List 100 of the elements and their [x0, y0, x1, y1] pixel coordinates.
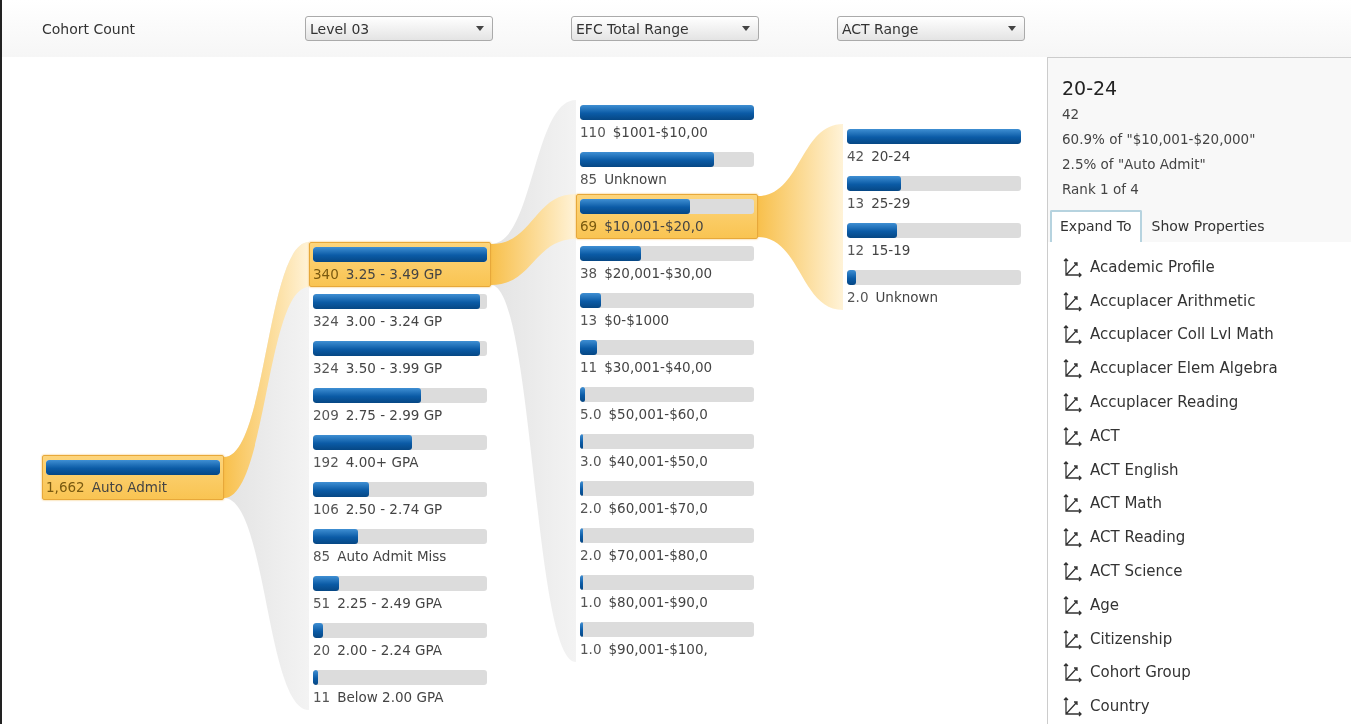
node-label: Auto Admit Miss	[337, 546, 447, 565]
expand-item[interactable]: Age	[1062, 587, 1119, 622]
expand-item[interactable]: ACT	[1062, 419, 1120, 453]
expand-item[interactable]: ACT Math	[1062, 486, 1162, 521]
node-count: 20	[313, 640, 331, 659]
caret-icon	[476, 26, 484, 31]
node-label: $80,001-$90,0	[608, 592, 708, 611]
node-count: 12	[847, 240, 865, 259]
chart-axis-icon	[1062, 357, 1084, 380]
chart-axis-icon	[1062, 492, 1084, 515]
node-label: 2.00 - 2.24 GPA	[337, 640, 443, 659]
node-label: 15-19	[871, 240, 911, 259]
tree-node[interactable]: 51 2.25 - 2.49 GPA	[309, 571, 491, 616]
node-count: 1.0	[580, 639, 602, 658]
expand-item[interactable]: Accuplacer Arithmetic	[1062, 283, 1256, 318]
node-label: Unknown	[875, 287, 939, 306]
tree-node[interactable]: 340 3.25 - 3.49 GP	[309, 242, 491, 287]
chart-axis-icon	[1062, 695, 1084, 718]
tree-node[interactable]: 2.0 Unknown	[843, 265, 1025, 310]
node-count: 2.0	[580, 498, 602, 517]
tree-node[interactable]: 13 $0-$1000	[576, 288, 758, 333]
node-count: 324	[313, 358, 339, 377]
tree-node[interactable]: 13 25-29	[843, 171, 1025, 216]
level-dropdown[interactable]: Level 03	[305, 16, 493, 41]
node-label: 3.25 - 3.49 GP	[345, 264, 443, 283]
node-count: 3.0	[580, 451, 602, 470]
tree-node[interactable]: 110 $1001-$10,00	[576, 100, 758, 145]
expand-item[interactable]: ACT Reading	[1062, 520, 1186, 555]
tree-node[interactable]: 42 20-24	[843, 124, 1025, 169]
tree-node[interactable]: 38 $20,001-$30,00	[576, 241, 758, 286]
tree-node[interactable]: 209 2.75 - 2.99 GP	[309, 383, 491, 428]
node-count: 51	[313, 593, 331, 612]
node-label: Below 2.00 GPA	[337, 687, 444, 706]
chart-axis-icon	[1062, 323, 1084, 346]
node-label: 3.50 - 3.99 GP	[345, 358, 443, 377]
expand-item[interactable]: Citizenship	[1062, 621, 1173, 656]
node-count: 69	[580, 216, 598, 235]
node-count: 110	[580, 122, 606, 141]
measure-label: Cohort Count	[42, 20, 137, 37]
panel-tab[interactable]: Show Properties	[1141, 210, 1275, 242]
node-count: 1.0	[580, 592, 602, 611]
expand-item[interactable]: Accuplacer Elem Algebra	[1062, 351, 1278, 386]
node-count: 1,662	[46, 477, 85, 496]
node-label: $1001-$10,00	[612, 122, 708, 141]
tree-node[interactable]: 12 15-19	[843, 218, 1025, 263]
expand-item[interactable]: Country	[1062, 689, 1150, 724]
tree-node[interactable]: 2.0 $70,001-$80,0	[576, 523, 758, 568]
details-line: 2.5% of "Auto Admit"	[1062, 155, 1207, 174]
node-label: 2.75 - 2.99 GP	[345, 405, 443, 424]
tree-node[interactable]: 2.0 $60,001-$70,0	[576, 476, 758, 521]
expand-item[interactable]: Accuplacer Reading	[1062, 385, 1239, 419]
details-line: Rank 1 of 4	[1062, 180, 1140, 199]
tree-node[interactable]: 85 Unknown	[576, 147, 758, 192]
node-count: 340	[313, 264, 339, 283]
level-dropdown[interactable]: ACT Range	[837, 16, 1025, 41]
tree-node[interactable]: 69 $10,001-$20,0	[576, 194, 758, 239]
level-dropdown[interactable]: EFC Total Range	[571, 16, 759, 41]
tree-node[interactable]: 1.0 $90,001-$100,	[576, 617, 758, 662]
node-count: 85	[580, 169, 598, 188]
node-count: 38	[580, 263, 598, 282]
tree-node[interactable]: 324 3.50 - 3.99 GP	[309, 336, 491, 381]
tree-node[interactable]: 1.0 $80,001-$90,0	[576, 570, 758, 615]
tree-node[interactable]: 11 Below 2.00 GPA	[309, 665, 491, 710]
tree-node[interactable]: 85 Auto Admit Miss	[309, 524, 491, 569]
node-count: 11	[313, 687, 331, 706]
node-label: 2.25 - 2.49 GPA	[337, 593, 443, 612]
node-count: 13	[580, 310, 598, 329]
node-count: 106	[313, 499, 339, 518]
node-label: $90,001-$100,	[608, 639, 708, 658]
expand-item[interactable]: Accuplacer Coll Lvl Math	[1062, 317, 1274, 352]
expand-item[interactable]: Academic Profile	[1062, 250, 1215, 284]
node-label: $20,001-$30,00	[604, 263, 713, 282]
tree-node[interactable]: 3.0 $40,001-$50,0	[576, 429, 758, 474]
node-label: $50,001-$60,0	[608, 404, 708, 423]
expand-item[interactable]: ACT Science	[1062, 554, 1183, 588]
tree-node[interactable]: 324 3.00 - 3.24 GP	[309, 289, 491, 334]
node-label: $60,001-$70,0	[608, 498, 708, 517]
details-title: 20-24	[1062, 76, 1119, 101]
node-label: 3.00 - 3.24 GP	[345, 311, 443, 330]
tree-node[interactable]: 1,662 Auto Admit	[42, 455, 224, 500]
node-label: $40,001-$50,0	[608, 451, 708, 470]
node-count: 324	[313, 311, 339, 330]
node-count: 192	[313, 452, 339, 471]
chart-axis-icon	[1062, 560, 1084, 583]
node-count: 85	[313, 546, 331, 565]
node-count: 13	[847, 193, 865, 212]
tree-node[interactable]: 11 $30,001-$40,00	[576, 335, 758, 380]
expand-item[interactable]: Cohort Group	[1062, 655, 1191, 690]
node-label: $70,001-$80,0	[608, 545, 708, 564]
tree-node[interactable]: 5.0 $50,001-$60,0	[576, 382, 758, 427]
node-label: Auto Admit	[91, 477, 168, 496]
panel-tab[interactable]: Expand To	[1050, 210, 1142, 242]
caret-icon	[742, 26, 750, 31]
tree-node[interactable]: 20 2.00 - 2.24 GPA	[309, 618, 491, 663]
tree-node[interactable]: 192 4.00+ GPA	[309, 430, 491, 475]
node-label: 2.50 - 2.74 GP	[345, 499, 443, 518]
expand-item[interactable]: ACT English	[1062, 452, 1179, 487]
tree-node[interactable]: 106 2.50 - 2.74 GP	[309, 477, 491, 522]
node-label: $0-$1000	[604, 310, 670, 329]
chart-axis-icon	[1062, 526, 1084, 549]
